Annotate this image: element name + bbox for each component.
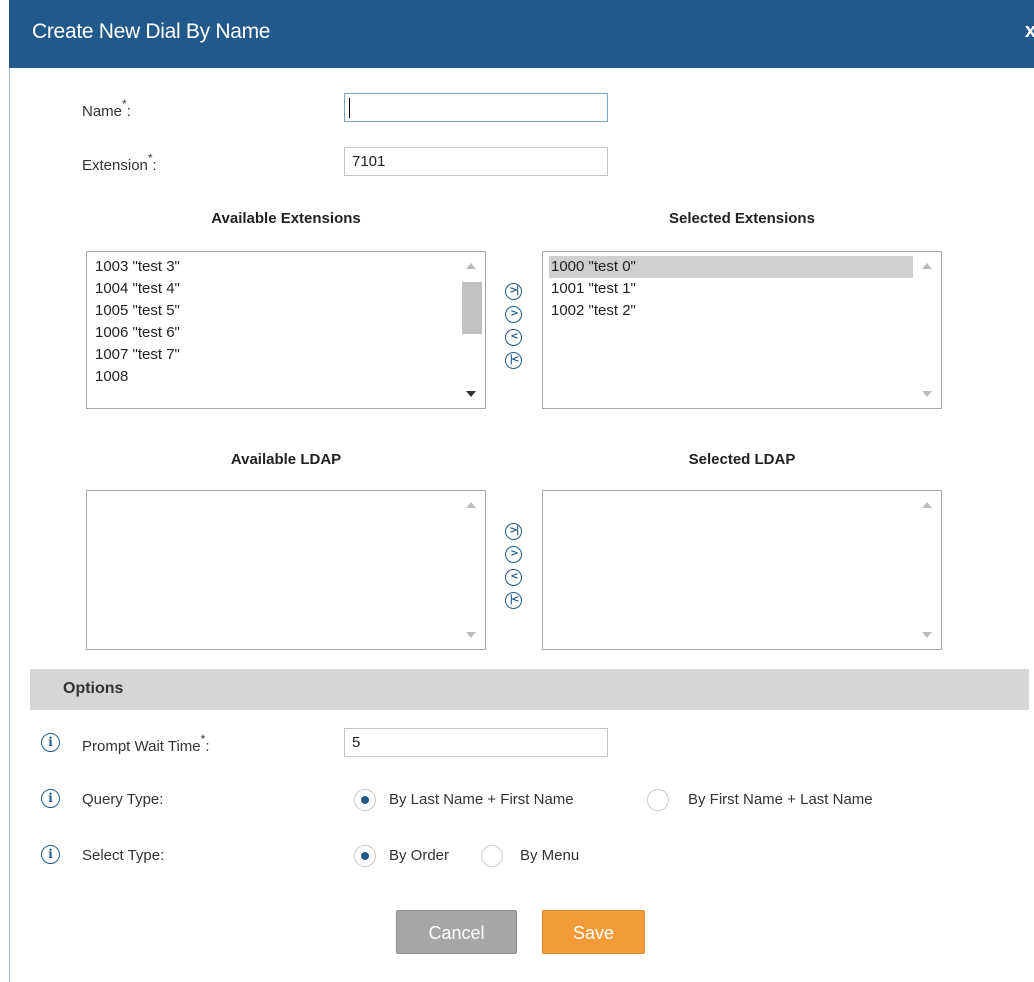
- query-type-radio-last-first[interactable]: [354, 789, 376, 811]
- selected-extensions-items: 1000 "test 0" 1001 "test 1" 1002 "test 2": [549, 256, 913, 322]
- selected-extensions-title: Selected Extensions: [669, 210, 815, 227]
- scrollbar[interactable]: [914, 491, 941, 649]
- list-item[interactable]: 1005 "test 5": [93, 300, 457, 322]
- scroll-thumb[interactable]: [462, 282, 482, 334]
- extension-input[interactable]: [344, 147, 608, 176]
- info-icon[interactable]: i: [41, 789, 60, 808]
- scrollbar[interactable]: [458, 252, 485, 408]
- scroll-up-icon[interactable]: [922, 502, 932, 508]
- dialog-border: [9, 68, 10, 982]
- add-icon[interactable]: >: [505, 306, 522, 323]
- save-button[interactable]: Save: [542, 910, 645, 954]
- options-section-header: Options: [30, 669, 1029, 710]
- prompt-wait-time-label: Prompt Wait Time*:: [82, 732, 210, 755]
- select-type-radio-order[interactable]: [354, 845, 376, 867]
- selected-ldap-list[interactable]: [542, 490, 942, 650]
- ldap-transfer-buttons: >| > < |<: [505, 523, 525, 615]
- list-item[interactable]: 1002 "test 2": [549, 300, 913, 322]
- select-type-option-label[interactable]: By Menu: [520, 847, 579, 864]
- query-type-option-label[interactable]: By Last Name + First Name: [389, 791, 574, 808]
- scroll-up-icon[interactable]: [466, 263, 476, 269]
- available-ldap-list[interactable]: [86, 490, 486, 650]
- list-item[interactable]: 1008: [93, 366, 457, 388]
- list-item[interactable]: 1007 "test 7": [93, 344, 457, 366]
- add-all-icon[interactable]: >|: [505, 523, 522, 540]
- query-type-radio-first-last[interactable]: [647, 789, 669, 811]
- info-icon[interactable]: i: [41, 845, 60, 864]
- add-all-icon[interactable]: >|: [505, 283, 522, 300]
- prompt-wait-time-input[interactable]: [344, 728, 608, 757]
- list-item[interactable]: 1003 "test 3": [93, 256, 457, 278]
- extension-label: Extension*:: [82, 151, 157, 174]
- available-ldap-title: Available LDAP: [230, 451, 342, 468]
- scroll-up-icon[interactable]: [922, 263, 932, 269]
- available-extensions-list[interactable]: 1003 "test 3" 1004 "test 4" 1005 "test 5" 1…: [86, 251, 486, 409]
- add-icon[interactable]: >: [505, 546, 522, 563]
- list-item[interactable]: 1000 "test 0": [549, 256, 913, 278]
- scroll-down-icon[interactable]: [466, 391, 476, 397]
- text-caret: [349, 98, 350, 118]
- list-item[interactable]: 1004 "test 4": [93, 278, 457, 300]
- selected-ldap-title: Selected LDAP: [688, 451, 796, 468]
- options-title: Options: [63, 680, 124, 697]
- scrollbar[interactable]: [458, 491, 485, 649]
- available-extensions-title: Available Extensions: [211, 210, 361, 227]
- scroll-down-icon[interactable]: [922, 391, 932, 397]
- dialog-title: Create New Dial By Name: [32, 20, 271, 43]
- scroll-down-icon[interactable]: [922, 632, 932, 638]
- scroll-up-icon[interactable]: [466, 502, 476, 508]
- list-item[interactable]: 1006 "test 6": [93, 322, 457, 344]
- query-type-option-label[interactable]: By First Name + Last Name: [688, 791, 873, 808]
- select-type-option-label[interactable]: By Order: [389, 847, 449, 864]
- remove-icon[interactable]: <: [505, 569, 522, 586]
- available-extensions-items: 1003 "test 3" 1004 "test 4" 1005 "test 5" 1…: [93, 256, 457, 388]
- selected-extensions-list[interactable]: 1000 "test 0" 1001 "test 1" 1002 "test 2": [542, 251, 942, 409]
- query-type-label: Query Type:: [82, 791, 164, 808]
- dialog-header: Create New Dial By Name x: [9, 0, 1034, 68]
- list-item[interactable]: 1001 "test 1": [549, 278, 913, 300]
- scroll-down-icon[interactable]: [466, 632, 476, 638]
- remove-all-icon[interactable]: |<: [505, 592, 522, 609]
- cancel-button[interactable]: Cancel: [396, 910, 517, 954]
- scrollbar[interactable]: [914, 252, 941, 408]
- select-type-label: Select Type:: [82, 847, 165, 864]
- remove-all-icon[interactable]: |<: [505, 352, 522, 369]
- close-button[interactable]: x: [1025, 20, 1034, 43]
- info-icon[interactable]: i: [41, 733, 60, 752]
- remove-icon[interactable]: <: [505, 329, 522, 346]
- name-label: Name*:: [82, 97, 131, 120]
- extension-transfer-buttons: >| > < |<: [505, 283, 525, 375]
- select-type-radio-menu[interactable]: [481, 845, 503, 867]
- name-input[interactable]: [344, 93, 608, 122]
